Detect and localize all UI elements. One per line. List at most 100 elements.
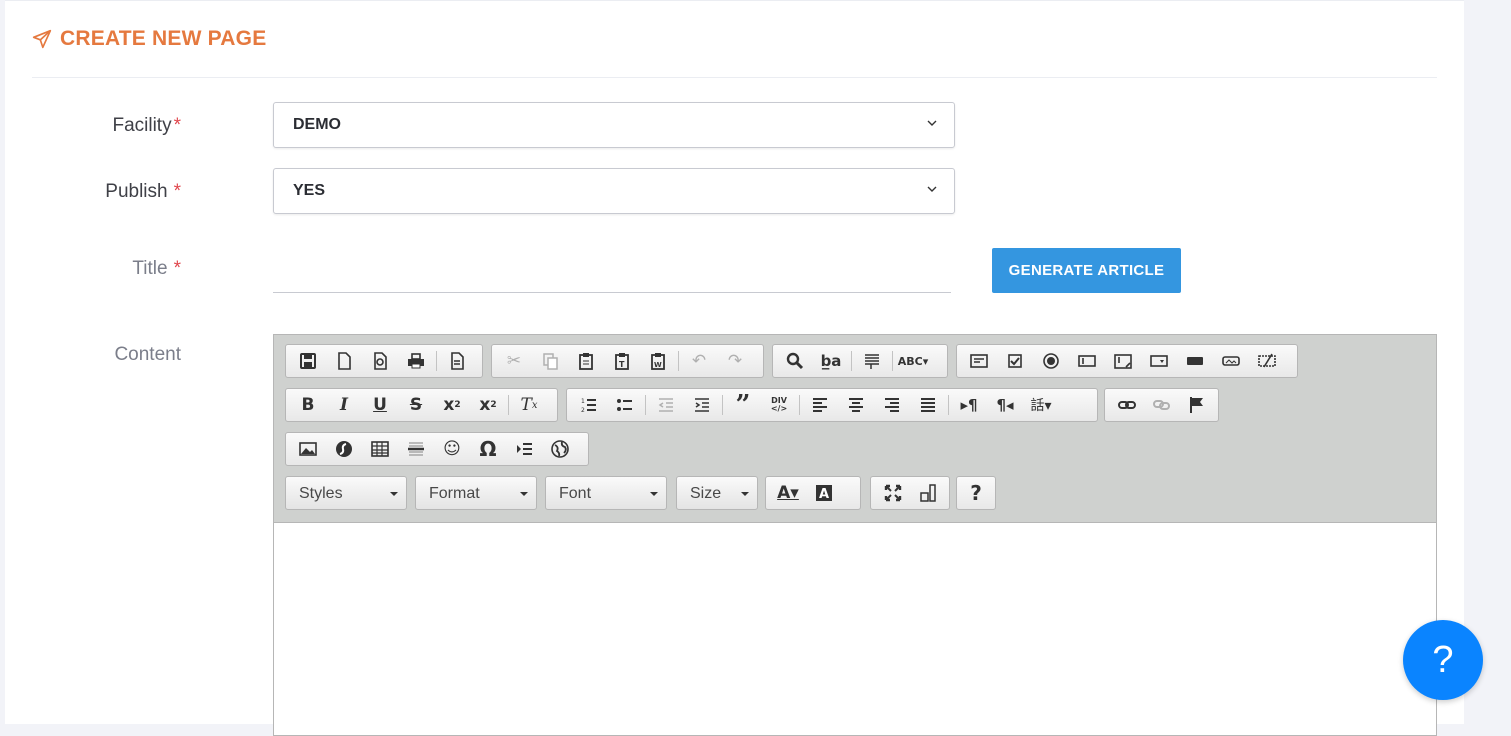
show-blocks-icon[interactable] xyxy=(910,478,945,508)
format-combo-label: Format xyxy=(429,485,480,502)
cut-icon[interactable]: ✂ xyxy=(496,346,532,376)
textarea-icon[interactable] xyxy=(1105,346,1141,376)
facility-select[interactable]: DEMO xyxy=(273,102,955,148)
help-button[interactable]: ? xyxy=(1403,620,1483,700)
remove-format-icon[interactable]: Tx xyxy=(511,390,547,420)
iframe-globe-icon[interactable] xyxy=(542,434,578,464)
italic-icon[interactable]: I xyxy=(326,390,362,420)
background-color-icon[interactable]: A xyxy=(806,478,842,508)
select-all-icon[interactable] xyxy=(854,346,890,376)
blockquote-icon[interactable]: ” xyxy=(725,390,761,420)
svg-text:T: T xyxy=(619,360,625,369)
svg-text:W: W xyxy=(654,361,662,369)
toolbar-group-links xyxy=(1104,388,1219,422)
size-combo[interactable]: Size xyxy=(676,476,758,510)
print-icon[interactable] xyxy=(398,346,434,376)
redo-icon[interactable]: ↷ xyxy=(717,346,753,376)
superscript-icon[interactable]: x2 xyxy=(470,390,506,420)
dropdown-arrow-icon xyxy=(520,492,528,496)
button-field-icon[interactable] xyxy=(1177,346,1213,376)
toolbar-group-paragraph: 12 ” DIV </> ▸¶ ¶◂ 話▾ xyxy=(566,388,1098,422)
editor-toolbar: ✂ T W ↶ ↷ b̲a ABC▾ B I U S x 2 x 2 T x 1… xyxy=(274,335,1436,523)
save-icon[interactable] xyxy=(290,346,326,376)
toolbar-group-colors: A▾ A xyxy=(765,476,861,510)
outdent-icon[interactable] xyxy=(648,390,684,420)
image-button-icon[interactable] xyxy=(1213,346,1249,376)
text-color-icon[interactable]: A▾ xyxy=(770,478,806,508)
toolbar-group-document xyxy=(285,344,483,378)
find-icon[interactable] xyxy=(777,346,813,376)
publish-label: Publish * xyxy=(105,181,181,202)
align-right-icon[interactable] xyxy=(874,390,910,420)
paste-icon[interactable] xyxy=(568,346,604,376)
subscript-icon[interactable]: x2 xyxy=(434,390,470,420)
svg-text:2: 2 xyxy=(581,407,585,414)
horizontal-line-icon[interactable] xyxy=(398,434,434,464)
paper-plane-icon xyxy=(32,29,52,49)
svg-text:1: 1 xyxy=(581,398,585,405)
spellcheck-icon[interactable]: ABC▾ xyxy=(895,346,931,376)
format-combo[interactable]: Format xyxy=(415,476,537,510)
align-center-icon[interactable] xyxy=(838,390,874,420)
styles-combo-label: Styles xyxy=(299,485,343,502)
justify-icon[interactable] xyxy=(910,390,946,420)
dropdown-arrow-icon xyxy=(741,492,749,496)
numbered-list-icon[interactable]: 12 xyxy=(571,390,607,420)
select-field-icon[interactable] xyxy=(1141,346,1177,376)
text-rtl-icon[interactable]: ¶◂ xyxy=(987,390,1023,420)
form-icon[interactable] xyxy=(961,346,997,376)
align-left-icon[interactable] xyxy=(802,390,838,420)
maximize-icon[interactable] xyxy=(875,478,910,508)
image-icon[interactable] xyxy=(290,434,326,464)
bulleted-list-icon[interactable] xyxy=(607,390,643,420)
toolbar-group-find: b̲a ABC▾ xyxy=(772,344,948,378)
page-break-icon[interactable] xyxy=(506,434,542,464)
title-label: Title * xyxy=(132,258,181,279)
replace-icon[interactable]: b̲a xyxy=(813,346,849,376)
hidden-field-icon[interactable] xyxy=(1249,346,1285,376)
toolbar-group-about: ? xyxy=(956,476,996,510)
chevron-down-icon xyxy=(927,186,937,192)
underline-icon[interactable]: U xyxy=(362,390,398,420)
toolbar-group-insert: ☺ Ω xyxy=(285,432,589,466)
title-input[interactable] xyxy=(273,248,951,293)
preview-icon[interactable] xyxy=(362,346,398,376)
paste-word-icon[interactable]: W xyxy=(640,346,676,376)
unlink-icon[interactable] xyxy=(1144,390,1179,420)
generate-article-button[interactable]: GENERATE ARTICLE xyxy=(992,248,1181,293)
size-combo-label: Size xyxy=(690,485,722,502)
templates-icon[interactable] xyxy=(439,346,475,376)
help-question-icon[interactable]: ? xyxy=(961,478,991,508)
text-field-icon[interactable] xyxy=(1069,346,1105,376)
undo-icon[interactable]: ↶ xyxy=(681,346,717,376)
checkbox-icon[interactable] xyxy=(997,346,1033,376)
flash-icon[interactable] xyxy=(326,434,362,464)
table-icon[interactable] xyxy=(362,434,398,464)
page-title: CREATE NEW PAGE xyxy=(60,27,267,50)
paste-text-icon[interactable]: T xyxy=(604,346,640,376)
styles-combo[interactable]: Styles xyxy=(285,476,407,510)
indent-icon[interactable] xyxy=(684,390,720,420)
smiley-icon[interactable]: ☺ xyxy=(434,434,470,464)
new-page-icon[interactable] xyxy=(326,346,362,376)
div-container-icon[interactable]: DIV </> xyxy=(761,390,797,420)
publish-select[interactable]: YES xyxy=(273,168,955,214)
font-combo[interactable]: Font xyxy=(545,476,667,510)
link-icon[interactable] xyxy=(1109,390,1144,420)
dropdown-arrow-icon xyxy=(650,492,658,496)
copy-icon[interactable] xyxy=(532,346,568,376)
facility-label: Facility * xyxy=(112,115,181,136)
anchor-flag-icon[interactable] xyxy=(1179,390,1214,420)
strikethrough-icon[interactable]: S xyxy=(398,390,434,420)
text-ltr-icon[interactable]: ▸¶ xyxy=(951,390,987,420)
language-icon[interactable]: 話▾ xyxy=(1023,390,1059,420)
publish-value: YES xyxy=(293,182,326,199)
svg-text:A: A xyxy=(819,487,829,502)
toolbar-group-forms xyxy=(956,344,1298,378)
editor-content-area[interactable] xyxy=(274,523,1436,735)
card-header: CREATE NEW PAGE xyxy=(32,1,1437,78)
toolbar-group-tools xyxy=(870,476,950,510)
radio-icon[interactable] xyxy=(1033,346,1069,376)
special-char-icon[interactable]: Ω xyxy=(470,434,506,464)
bold-icon[interactable]: B xyxy=(290,390,326,420)
